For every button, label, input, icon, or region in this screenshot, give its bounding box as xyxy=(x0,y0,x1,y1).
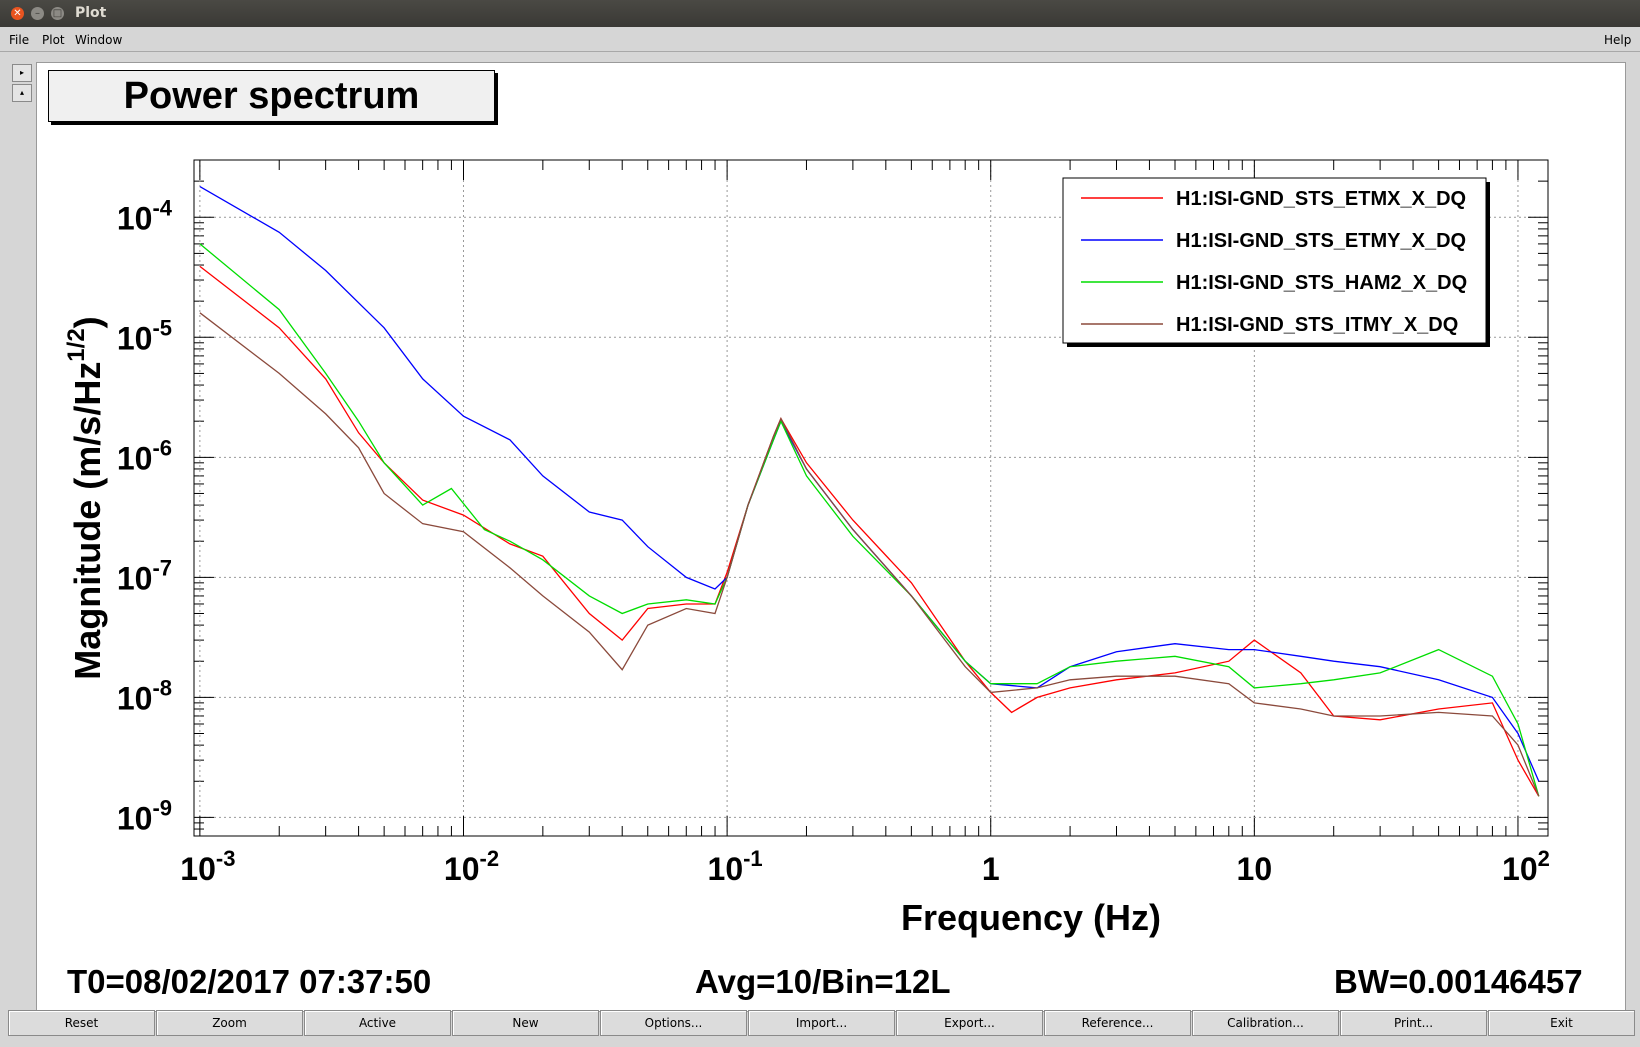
legend-entry: H1:ISI-GND_STS_ETMX_X_DQ xyxy=(1176,188,1466,210)
x-tick-label: 102 xyxy=(1502,846,1550,887)
button-new[interactable]: New xyxy=(452,1010,599,1036)
button-reference[interactable]: Reference... xyxy=(1044,1010,1191,1036)
footer-avg: Avg=10/Bin=12L xyxy=(695,963,951,1000)
y-tick-label: 10-9 xyxy=(117,795,172,836)
legend-entry: H1:ISI-GND_STS_ITMY_X_DQ xyxy=(1176,314,1458,336)
y-tick-label: 10-7 xyxy=(117,555,172,596)
legend-entry: H1:ISI-GND_STS_ETMY_X_DQ xyxy=(1176,230,1466,252)
button-exit[interactable]: Exit xyxy=(1488,1010,1635,1036)
button-zoom[interactable]: Zoom xyxy=(156,1010,303,1036)
button-print[interactable]: Print... xyxy=(1340,1010,1487,1036)
x-axis-title: Frequency (Hz) xyxy=(901,897,1161,938)
x-tick-label: 10-1 xyxy=(708,846,763,887)
button-import[interactable]: Import... xyxy=(748,1010,895,1036)
x-tick-label: 10 xyxy=(1237,851,1273,887)
button-reset[interactable]: Reset xyxy=(8,1010,155,1036)
x-tick-label: 1 xyxy=(982,851,1000,887)
y-tick-label: 10-8 xyxy=(117,675,172,716)
x-tick-label: 10-2 xyxy=(444,846,499,887)
x-tick-label: 10-3 xyxy=(180,846,235,887)
button-options[interactable]: Options... xyxy=(600,1010,747,1036)
chart-title: Power spectrum xyxy=(123,75,420,117)
footer-bw: BW=0.00146457 xyxy=(1334,963,1583,1000)
button-active[interactable]: Active xyxy=(304,1010,451,1036)
footer-t0: T0=08/02/2017 07:37:50 xyxy=(67,963,432,1000)
y-tick-label: 10-4 xyxy=(117,195,173,236)
button-calibration[interactable]: Calibration... xyxy=(1192,1010,1339,1036)
button-export[interactable]: Export... xyxy=(896,1010,1043,1036)
y-axis-title: Magnitude (m/s/Hz1/2) xyxy=(63,316,108,679)
button-bar: Reset Zoom Active New Options... Import... Exp… xyxy=(8,1010,1636,1036)
y-tick-label: 10-6 xyxy=(117,435,172,476)
power-spectrum-chart[interactable]: 10-3 10-2 10-1 1 10 102 10-9 10-8 10-7 10-6 10-5 10… xyxy=(0,0,1640,1047)
chart-title-box: Power spectrum xyxy=(48,70,495,122)
legend-entry: H1:ISI-GND_STS_HAM2_X_DQ xyxy=(1176,272,1467,294)
y-tick-label: 10-5 xyxy=(117,315,172,356)
